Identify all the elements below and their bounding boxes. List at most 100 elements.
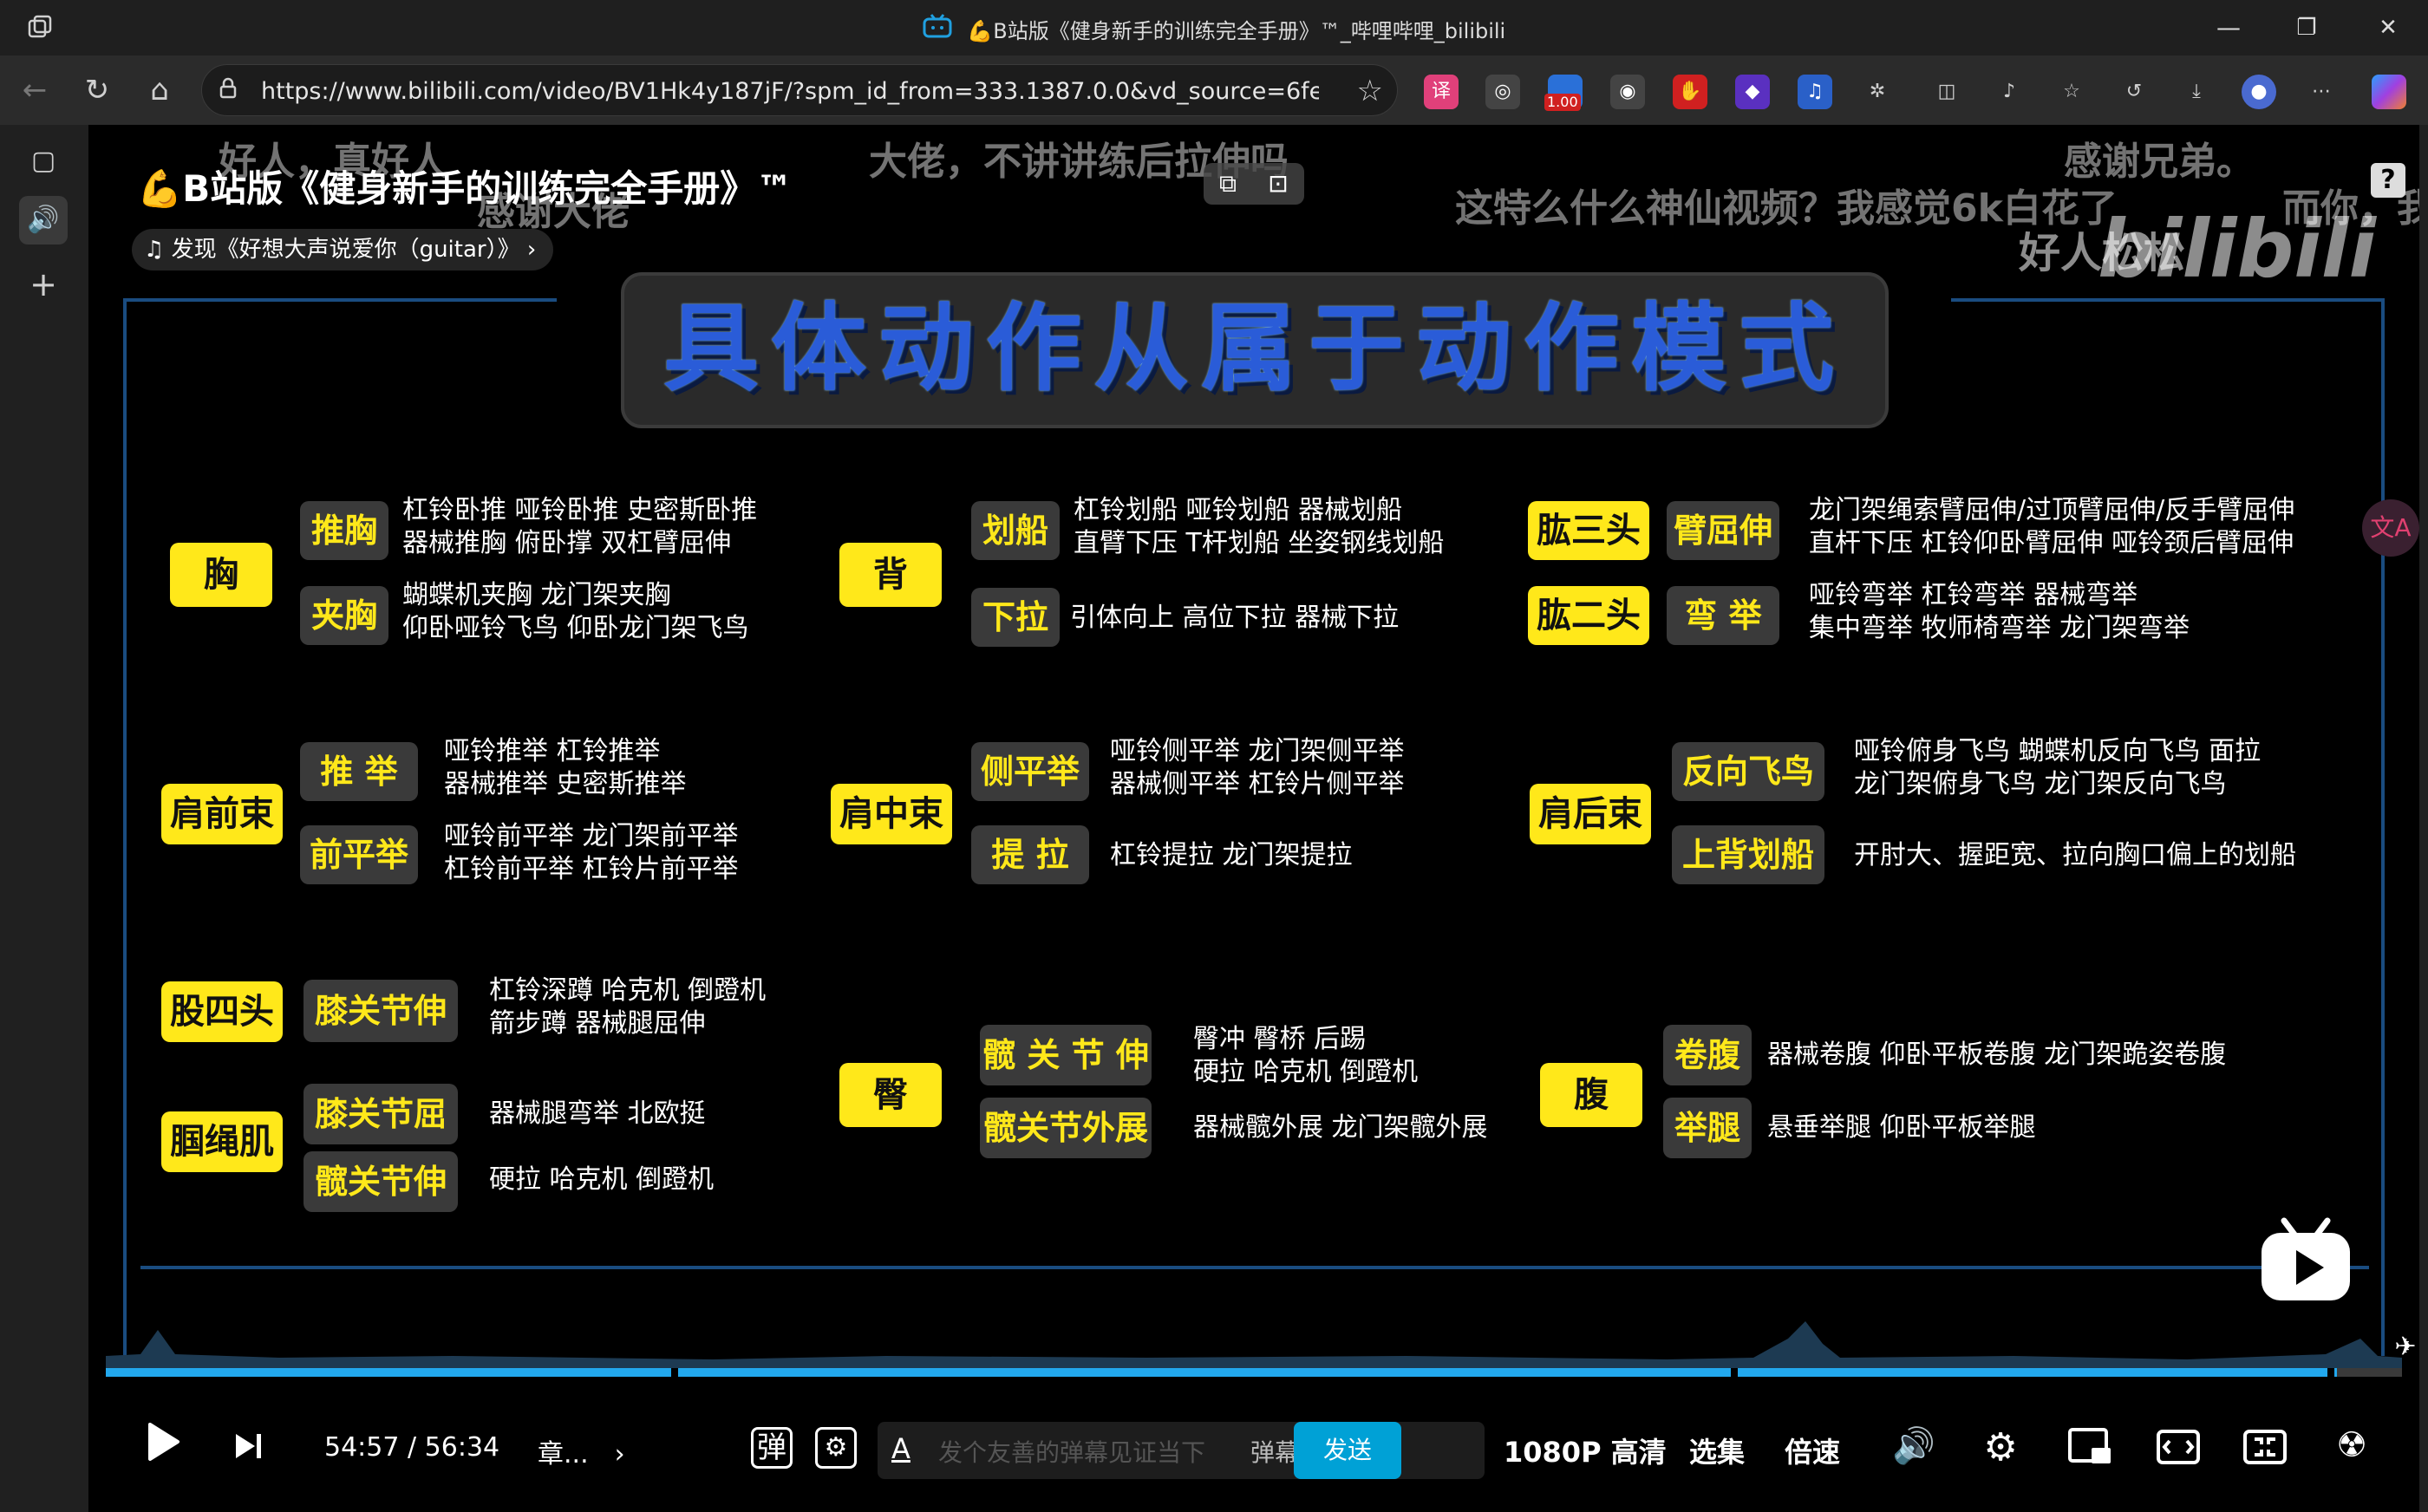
time-display: 54:57 / 56:34 [324,1432,499,1463]
episodes-button[interactable]: 选集 [1689,1431,1745,1470]
history-icon[interactable]: ↺ [2117,75,2151,109]
browser-toolbar: ← ↻ ⌂ https://www.bilibili.com/video/BV1… [0,55,2428,125]
address-bar[interactable]: https://www.bilibili.com/video/BV1Hk4y18… [201,64,1398,116]
window-title-bar: 💪B站版《健身新手的训练完全手册》™_哔哩哔哩_bilibili — ❐ ✕ [0,0,2428,55]
restore-button[interactable]: ❐ [2281,9,2333,47]
volume-icon[interactable]: 🔊 [1892,1425,1935,1469]
spy-extension-icon[interactable]: ◉ [1610,75,1645,109]
pattern-front-raise: 前平举 [300,825,418,884]
adblock-extension-icon[interactable]: ✋ [1673,75,1707,109]
danmaku-placeholder: 发个友善的弹幕见证当下 [938,1438,1206,1467]
music-tag[interactable]: ♫ 发现《好想大声说爱你（guitar）》 › [132,229,554,270]
diamond-extension-icon[interactable]: ◆ [1735,75,1770,109]
pip-mode-icon[interactable] [2067,1427,2112,1467]
desc-leg-raise-1: 悬垂举腿 仰卧平板举腿 [1767,1112,2036,1143]
fullscreen-icon[interactable]: ☢ [2329,1425,2374,1470]
ai-capture-icon[interactable]: ⊡ [1252,163,1304,205]
chapter-marker [671,1368,678,1377]
group-label-glutes: 臀 [839,1063,942,1127]
pattern-upper-back-row: 上背划船 [1672,825,1824,884]
translate-float-icon[interactable]: 文A [2362,499,2419,557]
danmaku-toggle-icon[interactable]: 弹 [751,1427,793,1469]
speed-badge: 1.00 [1544,94,1581,111]
desc-hip-extension-glute-2: 硬拉 哈克机 倒蹬机 [1193,1057,1419,1087]
tab-audio-icon[interactable]: 🔊 [19,196,68,244]
site-info-icon[interactable] [214,77,242,105]
pattern-reverse-fly: 反向飞鸟 [1672,742,1824,801]
web-fullscreen-icon[interactable] [2242,1427,2288,1467]
desc-lateral-raise-2: 器械侧平举 杠铃片侧平举 [1110,769,1405,799]
group-label-hamstrings: 腘绳肌 [161,1111,283,1172]
progress-bar[interactable] [106,1368,2402,1377]
pattern-elbow-extension: 臂屈伸 [1667,501,1779,560]
group-label-triceps: 肱三头 [1528,501,1649,560]
desc-push-chest-1: 杠铃卧推 哑铃卧推 史密斯卧推 [402,495,758,525]
speed-extension-icon[interactable]: 1.00 [1544,75,1583,111]
music-extension-icon[interactable]: ♫ [1798,75,1832,109]
next-icon[interactable] [231,1429,265,1463]
desc-crunch-1: 器械卷腹 仰卧平板卷腹 龙门架跪姿卷腹 [1767,1040,2227,1070]
more-menu-icon[interactable]: ⋯ [2304,75,2339,109]
favorites-icon[interactable]: ☆ [2054,75,2089,109]
profile-avatar[interactable]: ● [2242,75,2276,109]
group-label-rear-delt: 肩后束 [1530,784,1651,844]
desc-reverse-fly-1: 哑铃俯身飞鸟 蝴蝶机反向飞鸟 面拉 [1854,736,2262,766]
widescreen-icon[interactable] [2156,1427,2201,1467]
tab-actions-icon[interactable]: ▢ [19,137,68,186]
desc-hip-extension-ham-1: 硬拉 哈克机 倒蹬机 [489,1164,715,1195]
desc-push-chest-2: 器械推胸 俯卧撑 双杠臂屈伸 [402,528,732,558]
back-icon[interactable]: ← [16,71,54,109]
download-icon[interactable]: ⤓ [2179,75,2214,109]
read-aloud-icon[interactable]: ♪ [1992,75,2027,109]
pattern-crunch: 卷腹 [1663,1025,1752,1085]
split-screen-icon[interactable]: ◫ [1929,75,1964,109]
minimize-button[interactable]: — [2203,9,2255,47]
pattern-upright-row: 提 拉 [971,825,1089,884]
video-player[interactable]: 好人，真好人 感谢大佬 大佬，不讲讲练后拉伸吗 感谢兄弟。 这特么什么神仙视频？… [88,125,2419,1512]
slide-heading: 具体动作从属于动作模式 [621,272,1889,428]
glasses-extension-icon[interactable]: ◎ [1485,75,1520,109]
speed-button[interactable]: 倍速 [1785,1431,1840,1470]
progress-handle-icon[interactable]: ✈ [2390,1332,2419,1362]
desc-reverse-fly-2: 龙门架俯身飞鸟 龙门架反向飞鸟 [1854,769,2227,799]
favorite-star-icon[interactable]: ☆ [1357,74,1383,108]
close-button[interactable]: ✕ [2362,9,2414,47]
pattern-fly-chest: 夹胸 [300,586,388,645]
play-icon[interactable] [137,1420,189,1472]
danmaku-settings-icon[interactable]: ⚙ [815,1427,857,1469]
copilot-icon[interactable] [2372,75,2406,109]
group-label-front-delt: 肩前束 [161,784,283,844]
desc-fly-chest-1: 蝴蝶机夹胸 龙门架夹胸 [402,580,671,610]
pattern-curl: 弯 举 [1667,586,1779,645]
player-controls: 54:57 / 56:34 章...› 弹 ⚙ A 发个友善的弹幕见证当下 弹幕… [88,1399,2419,1512]
extensions-icon[interactable]: ✲ [1860,75,1895,109]
chapter-button[interactable]: 章... › [538,1432,625,1470]
help-icon[interactable]: ? [2371,163,2405,198]
send-button[interactable]: 发送 [1294,1422,1401,1479]
translate-extension-icon[interactable]: 译 [1424,75,1459,109]
desc-triceps-2: 直杆下压 杠铃仰卧臂屈伸 哑铃颈后臂屈伸 [1809,528,2294,558]
window-title-emoji: 💪 [967,19,994,43]
group-label-quads: 股四头 [161,981,283,1042]
music-note-icon: ♫ [144,237,172,263]
pip-icon[interactable]: ⧉ [1204,163,1252,205]
text-style-icon[interactable]: A [891,1432,910,1465]
chevron-right-icon: › [614,1439,625,1470]
desc-fly-chest-2: 仰卧哑铃飞鸟 仰卧龙门架飞鸟 [402,613,749,643]
progress-fill [106,1368,2337,1377]
desc-knee-flexion-1: 器械腿弯举 北欧挺 [489,1098,706,1129]
pattern-knee-flexion: 膝关节屈 [304,1084,458,1144]
window-title-text: B站版《健身新手的训练完全手册》™_哔哩哔哩_bilibili [993,19,1506,43]
settings-gear-icon[interactable]: ⚙ [1979,1425,2022,1470]
chapter-marker [2327,1368,2334,1377]
quality-selector[interactable]: 1080P 高清 [1504,1431,1667,1470]
refresh-icon[interactable]: ↻ [78,71,116,109]
desc-lateral-raise-1: 哑铃侧平举 龙门架侧平举 [1110,736,1405,766]
new-tab-icon[interactable]: + [19,260,68,309]
url-text[interactable]: https://www.bilibili.com/video/BV1Hk4y18… [261,78,1319,105]
bilibili-tv-mascot-icon[interactable] [2258,1217,2353,1307]
pattern-knee-extension: 膝关节伸 [304,980,458,1042]
desc-triceps-1: 龙门架绳索臂屈伸/过顶臂屈伸/反手臂屈伸 [1809,495,2295,525]
desc-knee-extension-2: 箭步蹲 器械腿屈伸 [489,1008,706,1039]
home-icon[interactable]: ⌂ [140,71,179,109]
